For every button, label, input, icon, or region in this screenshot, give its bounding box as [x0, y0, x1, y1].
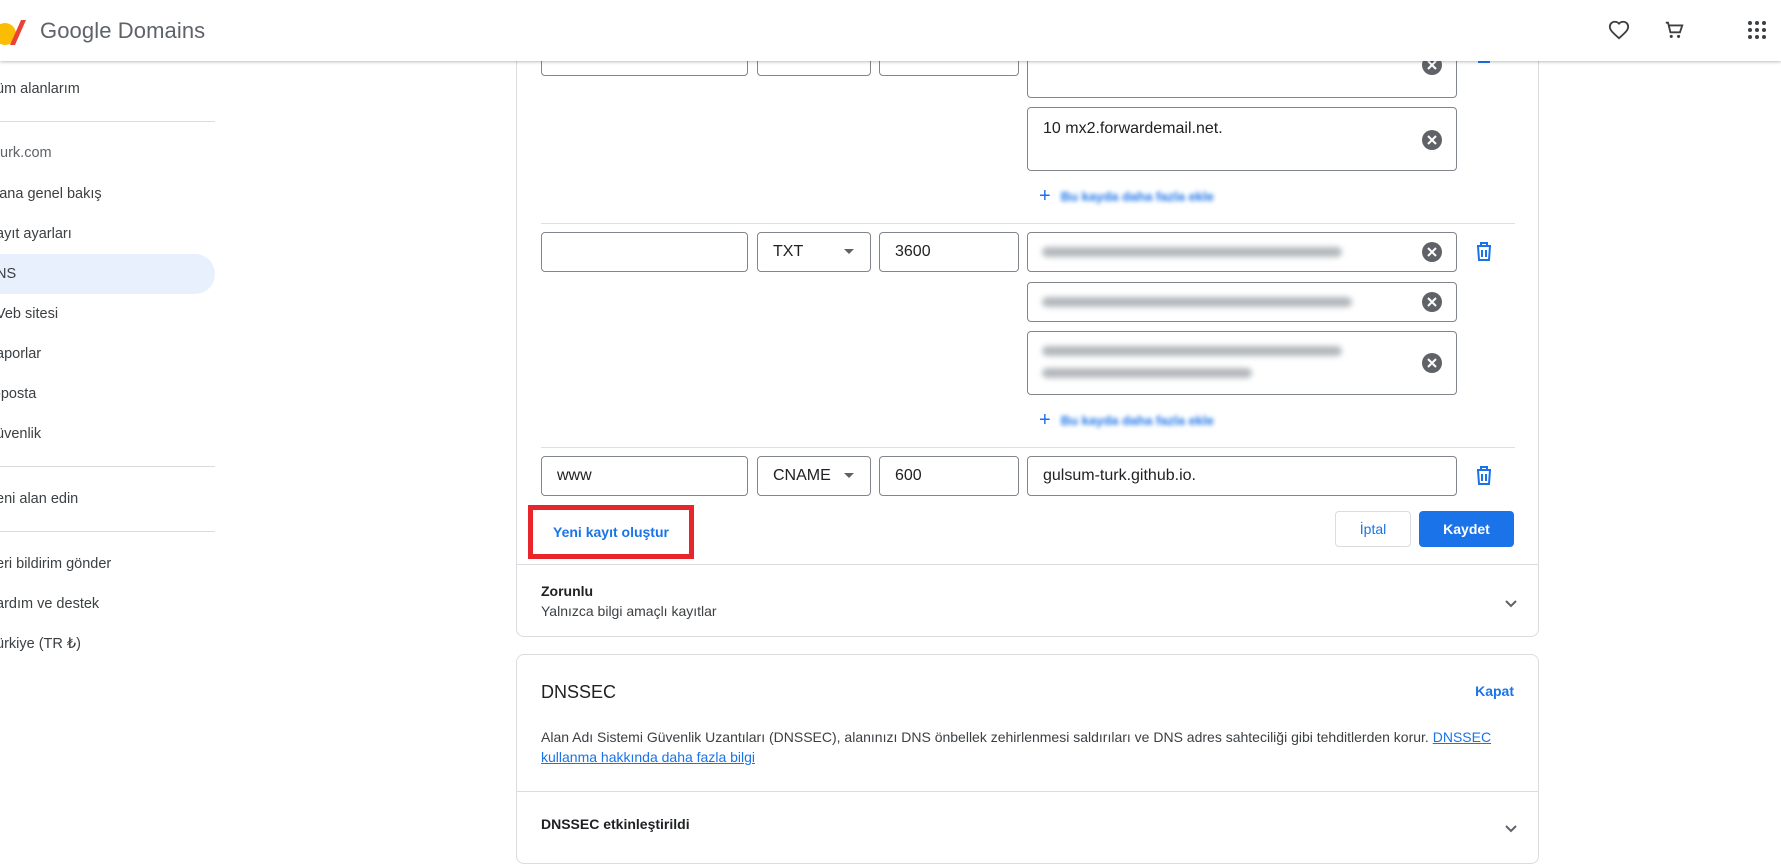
chevron-down-icon[interactable]	[1501, 594, 1521, 614]
sidebar-item-security[interactable]: üvenlik	[0, 414, 215, 454]
cname-host-value: www	[557, 467, 592, 484]
top-bar: Google Domains	[0, 0, 1781, 61]
sidebar-item-email[interactable]: -posta	[0, 374, 215, 414]
cname-host-field[interactable]: www	[541, 456, 748, 496]
sidebar-item-label: ardım ve destek	[0, 596, 100, 612]
cart-icon[interactable]	[1661, 17, 1687, 43]
delete-cname-record-icon[interactable]	[1473, 464, 1495, 486]
txt-type-value: TXT	[773, 243, 804, 260]
sidebar-item-all-domains[interactable]: üm alanlarım	[0, 69, 215, 109]
dnssec-description-text: Alan Adı Sistemi Güvenlik Uzantıları (DN…	[541, 729, 1429, 745]
clear-icon[interactable]	[1422, 292, 1442, 312]
new-record-button[interactable]: Yeni kayıt oluştur	[528, 505, 694, 559]
sidebar-item-label: -posta	[0, 386, 37, 402]
sidebar-item-overview[interactable]: lana genel bakış	[0, 174, 215, 214]
txt-ttl-field[interactable]: 3600	[879, 232, 1019, 272]
mx-data-value: 10 mx2.forwardemail.net.	[1043, 120, 1223, 137]
blurred-value	[1042, 247, 1342, 257]
sidebar-item-label: eri bildirim gönder	[0, 556, 112, 572]
chevron-down-icon[interactable]	[1501, 819, 1521, 839]
sidebar-item-website[interactable]: Veb sitesi	[0, 294, 215, 334]
sidebar-item-label: üvenlik	[0, 426, 42, 442]
add-more-label: Bu kayda daha fazla ekle	[1060, 188, 1214, 204]
dropdown-arrow-icon	[844, 249, 854, 254]
delete-txt-record-icon[interactable]	[1473, 240, 1495, 262]
cancel-button[interactable]: İptal	[1335, 511, 1411, 547]
blurred-value	[1042, 346, 1342, 356]
google-domains-logo[interactable]	[0, 18, 26, 46]
sidebar-domain-name: turk.com	[0, 133, 215, 173]
sidebar-item-label: üm alanlarım	[0, 81, 80, 97]
section-divider	[517, 791, 1538, 792]
cname-type-select[interactable]: CNAME	[757, 456, 871, 496]
txt-data-field-3[interactable]	[1027, 331, 1457, 395]
sidebar-item-label: ayıt ayarları	[0, 226, 72, 242]
row-divider	[541, 223, 1515, 224]
required-section-title: Zorunlu	[541, 583, 594, 599]
cname-type-value: CNAME	[773, 467, 831, 484]
heart-icon[interactable]	[1606, 17, 1632, 43]
sidebar-item-label: Veb sitesi	[0, 306, 59, 322]
brand-title[interactable]: Google Domains	[40, 18, 205, 44]
sidebar-item-get-new-domain[interactable]: eni alan edin	[0, 479, 215, 519]
sidebar-item-label: eni alan edin	[0, 491, 79, 507]
sidebar-item-help[interactable]: ardım ve destek	[0, 584, 215, 624]
sidebar-divider	[0, 466, 215, 467]
dnssec-close-button[interactable]: Kapat	[1475, 683, 1514, 699]
dnssec-status: DNSSEC etkinleştirildi	[541, 816, 690, 832]
plus-icon: +	[1039, 185, 1051, 207]
cname-ttl-value: 600	[895, 467, 922, 484]
plus-icon: +	[1039, 409, 1051, 431]
save-button[interactable]: Kaydet	[1419, 511, 1514, 547]
section-divider	[517, 564, 1538, 565]
sidebar-item-registration[interactable]: ayıt ayarları	[0, 214, 215, 254]
required-section-subtitle: Yalnızca bilgi amaçlı kayıtlar	[541, 603, 717, 619]
mx-data-field-2[interactable]: 10 mx2.forwardemail.net.	[1027, 107, 1457, 171]
blurred-value	[1042, 368, 1252, 378]
domain-label: turk.com	[0, 145, 52, 161]
sidebar: üm alanlarım turk.com lana genel bakış a…	[0, 61, 215, 857]
sidebar-item-label: NS	[0, 266, 17, 282]
apps-grid-icon[interactable]	[1744, 17, 1770, 43]
cname-data-value: gulsum-turk.github.io.	[1043, 467, 1196, 484]
sidebar-divider	[0, 121, 215, 122]
dnssec-description: Alan Adı Sistemi Güvenlik Uzantıları (DN…	[541, 727, 1501, 767]
txt-type-select[interactable]: TXT	[757, 232, 871, 272]
cname-data-field[interactable]: gulsum-turk.github.io.	[1027, 456, 1457, 496]
txt-ttl-value: 3600	[895, 243, 931, 260]
clear-icon[interactable]	[1422, 242, 1442, 262]
sidebar-divider	[0, 531, 215, 532]
dropdown-arrow-icon	[844, 473, 854, 478]
cname-ttl-field[interactable]: 600	[879, 456, 1019, 496]
sidebar-item-label: aporlar	[0, 346, 42, 362]
blurred-value	[1042, 297, 1352, 307]
sidebar-item-label: lana genel bakış	[0, 186, 102, 202]
sidebar-item-dns[interactable]: NS	[0, 254, 215, 294]
add-more-label: Bu kayda daha fazla ekle	[1060, 412, 1214, 428]
sidebar-item-reports[interactable]: aporlar	[0, 334, 215, 374]
txt-add-more-link[interactable]: + Bu kayda daha fazla ekle	[1039, 410, 1214, 430]
dnssec-card: DNSSEC Kapat Alan Adı Sistemi Güvenlik U…	[516, 654, 1539, 864]
sidebar-item-region[interactable]: ürkiye (TR ₺)	[0, 624, 215, 664]
sidebar-item-label: ürkiye (TR ₺)	[0, 636, 81, 652]
txt-data-field-2[interactable]	[1027, 282, 1457, 322]
clear-icon[interactable]	[1422, 130, 1442, 150]
row-divider	[541, 447, 1515, 448]
clear-icon[interactable]	[1422, 353, 1442, 373]
dnssec-title: DNSSEC	[541, 682, 617, 702]
mx-add-more-link[interactable]: + Bu kayda daha fazla ekle	[1039, 186, 1214, 206]
sidebar-item-feedback[interactable]: eri bildirim gönder	[0, 544, 215, 584]
txt-host-field[interactable]	[541, 232, 748, 272]
txt-data-field-1[interactable]	[1027, 232, 1457, 272]
